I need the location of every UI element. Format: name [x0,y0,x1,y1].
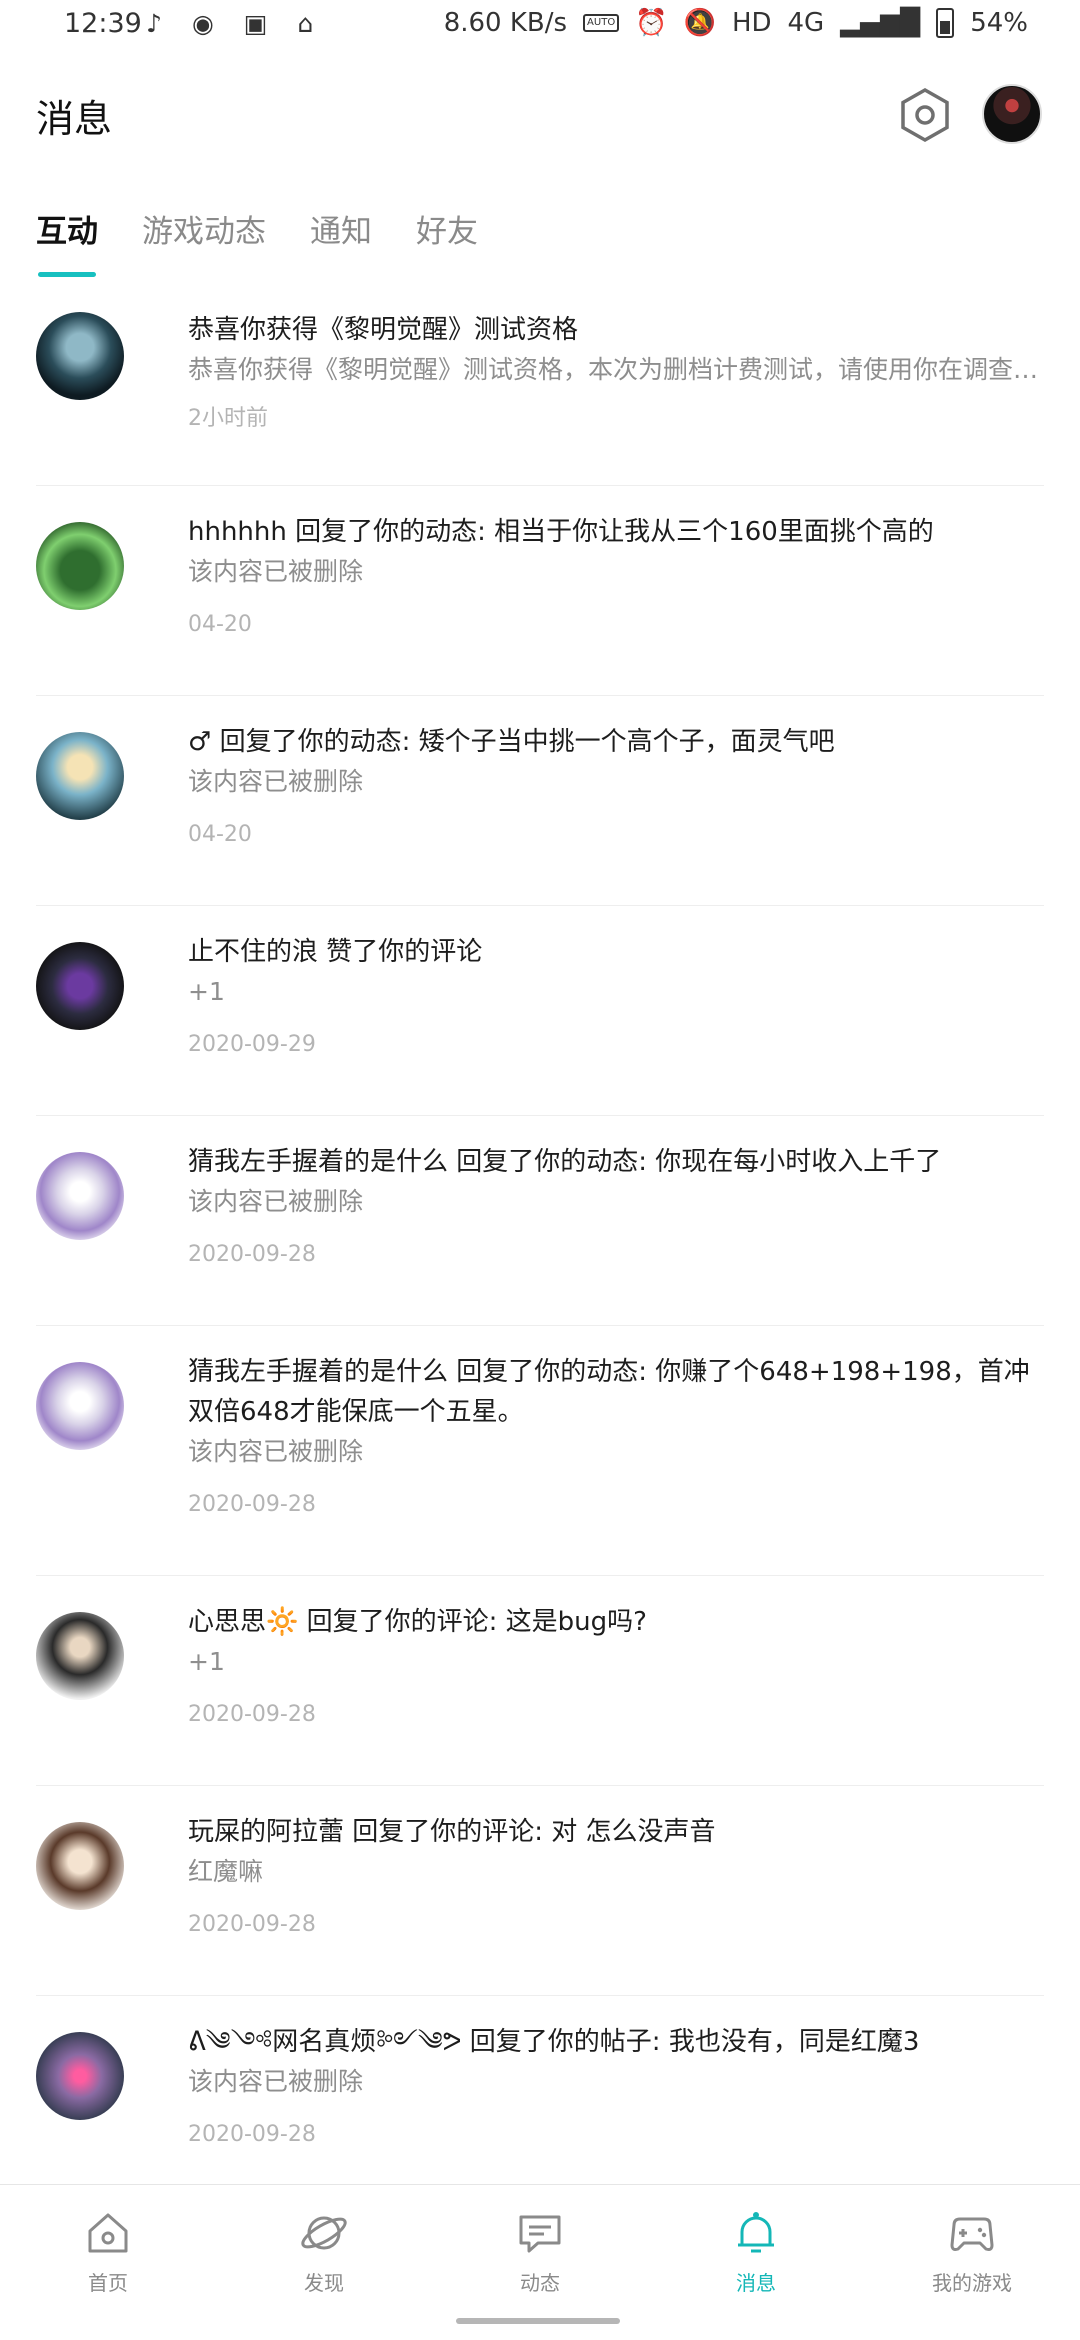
message-time: 2020-09-28 [188,1242,316,1267]
bag-icon: ▣ [243,9,268,38]
message-subtitle: 该内容已被删除 [188,767,364,796]
message-subtitle: 该内容已被删除 [188,2067,364,2096]
message-title: 玩屎的阿拉蕾 回复了你的评论: 对 怎么没声音 [188,1817,716,1847]
status-time: 12:39 [64,8,142,39]
feed-icon [519,2215,561,2253]
message-subtitle: 该内容已被删除 [188,1437,364,1466]
list-item[interactable]: 心思思🔆 回复了你的评论: 这是bug吗? +1 2020-09-28 [36,1576,1044,1786]
message-title: hhhhhh 回复了你的动态: 相当于你让我从三个160里面挑个高的 [188,517,934,547]
message-time: 2020-09-28 [188,1702,316,1727]
message-subtitle: +1 [188,977,225,1006]
list-item[interactable]: ♂ 回复了你的动态: 矮个子当中挑一个高个子，面灵气吧 该内容已被删除 04-2… [36,696,1044,906]
nav-label: 动态 [520,2271,560,2295]
tab-bar: 互动 游戏动态 通知 好友 [36,206,478,277]
message-time: 04-20 [188,612,252,637]
message-subtitle: 红魔嘛 [188,1857,264,1886]
message-title: 恭喜你获得《黎明觉醒》测试资格 [188,315,579,345]
page-title: 消息 [36,97,113,141]
avatar[interactable] [36,1362,124,1450]
list-item[interactable]: 玩屎的阿拉蕾 回复了你的评论: 对 怎么没声音 红魔嘛 2020-09-28 [36,1786,1044,1996]
message-list: 恭喜你获得《黎明觉醒》测试资格 恭喜你获得《黎明觉醒》测试资格，本次为删档计费测… [0,296,1080,2206]
tab-friends[interactable]: 好友 [416,206,478,277]
network-type: 4G [787,8,825,38]
avatar[interactable] [36,732,124,820]
list-item[interactable]: 止不住的浪 赞了你的评论 +1 2020-09-29 [36,906,1044,1116]
hd-label: HD [731,8,772,38]
home-icon [88,2213,128,2253]
list-item[interactable]: 恭喜你获得《黎明觉醒》测试资格 恭喜你获得《黎明觉醒》测试资格，本次为删档计费测… [36,296,1044,486]
avatar[interactable] [36,312,124,400]
message-subtitle: +1 [188,1647,225,1676]
user-avatar[interactable] [982,84,1042,144]
message-subtitle: 恭喜你获得《黎明觉醒》测试资格，本次为删档计费测试，请使用你在调查… [188,355,1039,384]
circle-app-icon: ◉ [191,9,214,38]
message-title: ᕕ༄༺网名真烦༻༄ᕗ 回复了你的帖子: 我也没有，同是红魔3 [188,2027,920,2057]
nav-label: 消息 [736,2271,776,2295]
home-indicator[interactable] [456,2318,620,2324]
settings-button[interactable] [896,86,954,144]
list-item[interactable]: 猜我左手握着的是什么 回复了你的动态: 你赚了个648+198+198，首冲双倍… [36,1326,1044,1576]
status-bar: 12:39 ♪ ◉ ▣ ⌂ 8.60 KB/s AUTO ⏰ 🔕 HD 4G ▂… [0,0,1080,50]
avatar[interactable] [36,1612,124,1700]
auto-badge: AUTO [583,14,620,32]
message-time: 2020-09-28 [188,2122,316,2147]
nav-home[interactable]: 首页 [0,2185,216,2305]
tab-notifications[interactable]: 通知 [310,206,372,277]
tab-interaction[interactable]: 互动 [36,206,98,277]
list-item[interactable]: hhhhhh 回复了你的动态: 相当于你让我从三个160里面挑个高的 该内容已被… [36,486,1044,696]
nav-label: 首页 [88,2271,128,2295]
avatar[interactable] [36,942,124,1030]
message-title: 止不住的浪 赞了你的评论 [188,937,483,967]
avatar[interactable] [36,1152,124,1240]
avatar[interactable] [36,522,124,610]
nav-label: 我的游戏 [932,2271,1012,2295]
message-time: 2020-09-29 [188,1032,316,1057]
nav-my-games[interactable]: 我的游戏 [864,2185,1080,2305]
bottom-navigation: 首页 发现 动态 消息 我的游戏 [0,2184,1080,2305]
hanger-icon: ⌂ [297,9,314,38]
list-item[interactable]: 猜我左手握着的是什么 回复了你的动态: 你现在每小时收入上千了 该内容已被删除 … [36,1116,1044,1326]
message-title: 心思思🔆 回复了你的评论: 这是bug吗? [188,1607,647,1637]
message-time: 04-20 [188,822,252,847]
nav-messages[interactable]: 消息 [648,2185,864,2305]
message-time: 2小时前 [188,406,268,431]
message-subtitle: 该内容已被删除 [188,557,364,586]
hexagon-settings-icon [901,87,949,143]
battery-percent: 54% [970,8,1028,38]
avatar[interactable] [36,1822,124,1910]
avatar[interactable] [36,2032,124,2120]
nav-label: 发现 [304,2271,344,2295]
network-speed: 8.60 KB/s [443,8,568,38]
tab-game-updates[interactable]: 游戏动态 [142,206,266,277]
alarm-icon: ⏰ [635,8,668,38]
message-subtitle: 该内容已被删除 [188,1187,364,1216]
message-time: 2020-09-28 [188,1912,316,1937]
battery-icon [936,8,955,38]
bell-icon [738,2212,774,2253]
message-title: 猜我左手握着的是什么 回复了你的动态: 你现在每小时收入上千了 [188,1147,942,1177]
list-item[interactable]: ᕕ༄༺网名真烦༻༄ᕗ 回复了你的帖子: 我也没有，同是红魔3 该内容已被删除 2… [36,1996,1044,2206]
planet-icon [301,2216,347,2250]
nav-feed[interactable]: 动态 [432,2185,648,2305]
message-title: ♂ 回复了你的动态: 矮个子当中挑一个高个子，面灵气吧 [188,727,835,757]
mute-icon: 🔕 [683,8,716,38]
signal-icon: ▂▄▆█ [840,8,921,38]
nav-discover[interactable]: 发现 [216,2185,432,2305]
tiktok-icon: ♪ [146,9,162,38]
gamepad-icon [950,2217,994,2251]
message-title: 猜我左手握着的是什么 回复了你的动态: 你赚了个648+198+198，首冲双倍… [188,1357,1030,1427]
message-time: 2020-09-28 [188,1492,316,1517]
